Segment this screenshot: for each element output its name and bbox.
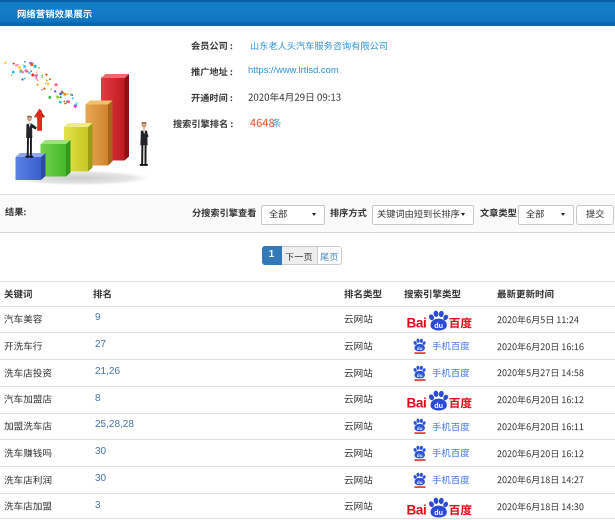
- svg-text:du: du: [434, 401, 443, 410]
- svg-text:du: du: [417, 453, 423, 458]
- svg-text:du: du: [417, 426, 423, 431]
- svg-text:du: du: [417, 480, 423, 485]
- svg-text:du: du: [434, 508, 443, 517]
- svg-text:du: du: [417, 346, 423, 351]
- svg-text:du: du: [417, 373, 423, 378]
- svg-text:Bai: Bai: [407, 502, 426, 517]
- svg-text:du: du: [434, 321, 443, 330]
- svg-text:Bai: Bai: [407, 395, 426, 410]
- svg-text:Bai: Bai: [407, 315, 426, 330]
